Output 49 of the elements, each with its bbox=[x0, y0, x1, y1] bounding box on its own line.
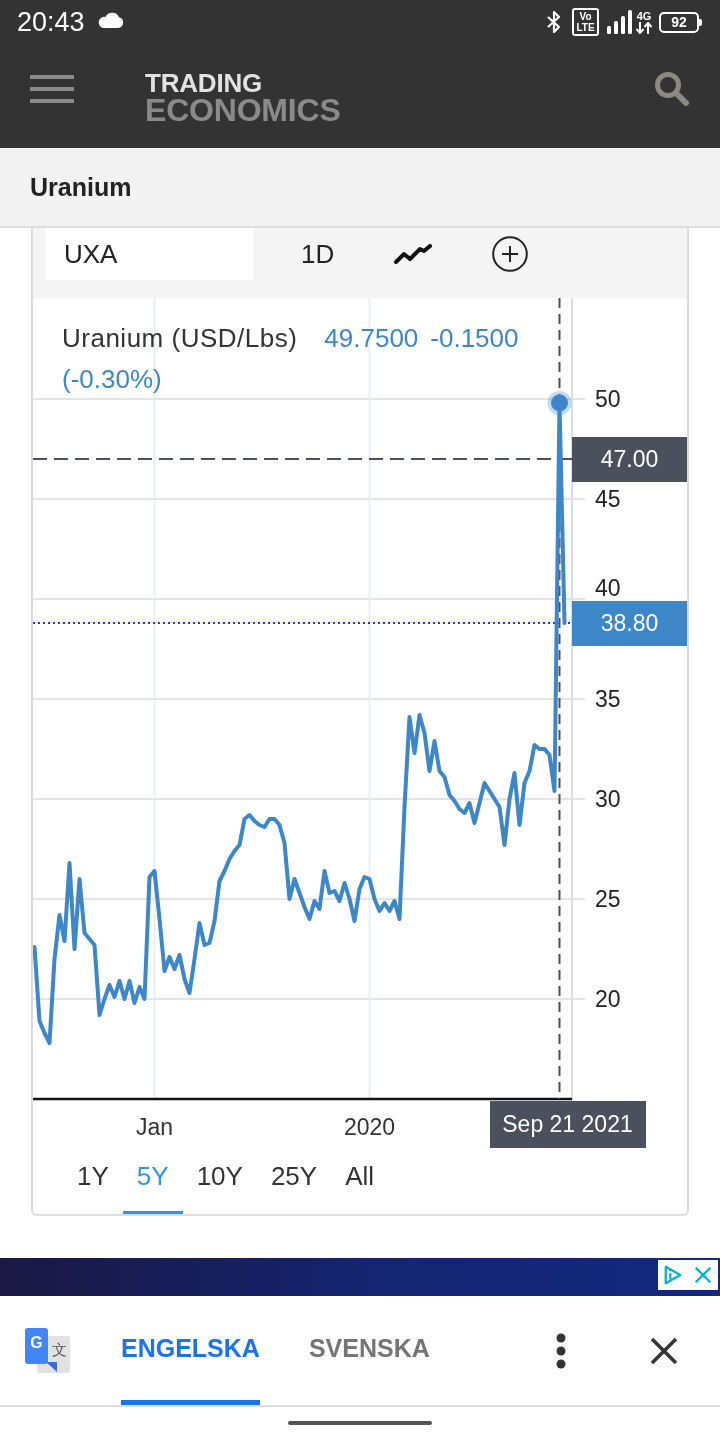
volte-indicator: Vo LTE bbox=[572, 8, 599, 36]
marker-icon bbox=[547, 391, 572, 415]
menu-icon bbox=[30, 75, 74, 103]
y-axis-label: 20 bbox=[595, 986, 621, 1012]
y-axis-label: 25 bbox=[595, 886, 621, 912]
translate-logo: G 文 bbox=[25, 1328, 70, 1373]
range-tab[interactable]: 1Y bbox=[63, 1150, 123, 1214]
info-triangle-icon[interactable] bbox=[663, 1264, 683, 1286]
more-options-button[interactable] bbox=[556, 1332, 566, 1369]
range-tab[interactable]: 25Y bbox=[256, 1150, 332, 1214]
last-price-label: 38.80 bbox=[572, 601, 687, 646]
close-icon bbox=[650, 1336, 678, 1365]
search-icon bbox=[654, 71, 690, 107]
data-arrows-icon bbox=[635, 22, 653, 34]
symbol-field[interactable]: UXA bbox=[45, 228, 253, 280]
more-icon bbox=[556, 1332, 566, 1369]
y-axis-label: 50 bbox=[595, 386, 621, 412]
gesture-handle[interactable] bbox=[288, 1421, 432, 1425]
status-time: 20:43 bbox=[17, 7, 85, 37]
y-axis-label: 35 bbox=[595, 686, 621, 712]
range-tab[interactable]: 10Y bbox=[182, 1150, 257, 1214]
close-icon[interactable] bbox=[693, 1264, 713, 1286]
page-title: Uranium bbox=[30, 172, 132, 202]
language-tab[interactable]: SVENSKA bbox=[308, 1296, 430, 1405]
interval-button[interactable]: 1D bbox=[301, 228, 335, 280]
price-change: -0.1500 bbox=[430, 322, 519, 355]
logo-text: ECONOMICS bbox=[145, 96, 341, 124]
crosshair-date-label: Sep 21 2021 bbox=[489, 1101, 646, 1148]
logo-text: TRADING bbox=[145, 70, 264, 96]
y-axis-label: 45 bbox=[595, 486, 621, 512]
plus-circle-icon bbox=[492, 236, 529, 272]
crosshair-price-label: 47.00 bbox=[572, 437, 687, 482]
search-button[interactable] bbox=[654, 71, 690, 107]
bluetooth-icon bbox=[546, 10, 562, 34]
menu-button[interactable] bbox=[30, 75, 74, 103]
price-value: 49.7500 bbox=[324, 322, 419, 355]
signal-icon bbox=[607, 10, 632, 34]
line-chart-icon bbox=[394, 244, 433, 264]
close-button[interactable] bbox=[650, 1336, 678, 1365]
percent-change: (-0.30%) bbox=[62, 363, 162, 396]
battery-indicator: 92 bbox=[659, 11, 702, 33]
x-axis-label: Jan bbox=[135, 1114, 174, 1140]
network-type-label: 4G bbox=[636, 10, 652, 22]
legend-title: Uranium (USD/Lbs) bbox=[62, 322, 298, 355]
range-tab[interactable]: All bbox=[331, 1150, 389, 1214]
x-axis-label: 2020 bbox=[343, 1114, 396, 1140]
y-axis-label: 30 bbox=[595, 786, 621, 812]
language-tab[interactable]: ENGELSKA bbox=[121, 1296, 260, 1405]
y-axis-label: 40 bbox=[595, 575, 621, 601]
